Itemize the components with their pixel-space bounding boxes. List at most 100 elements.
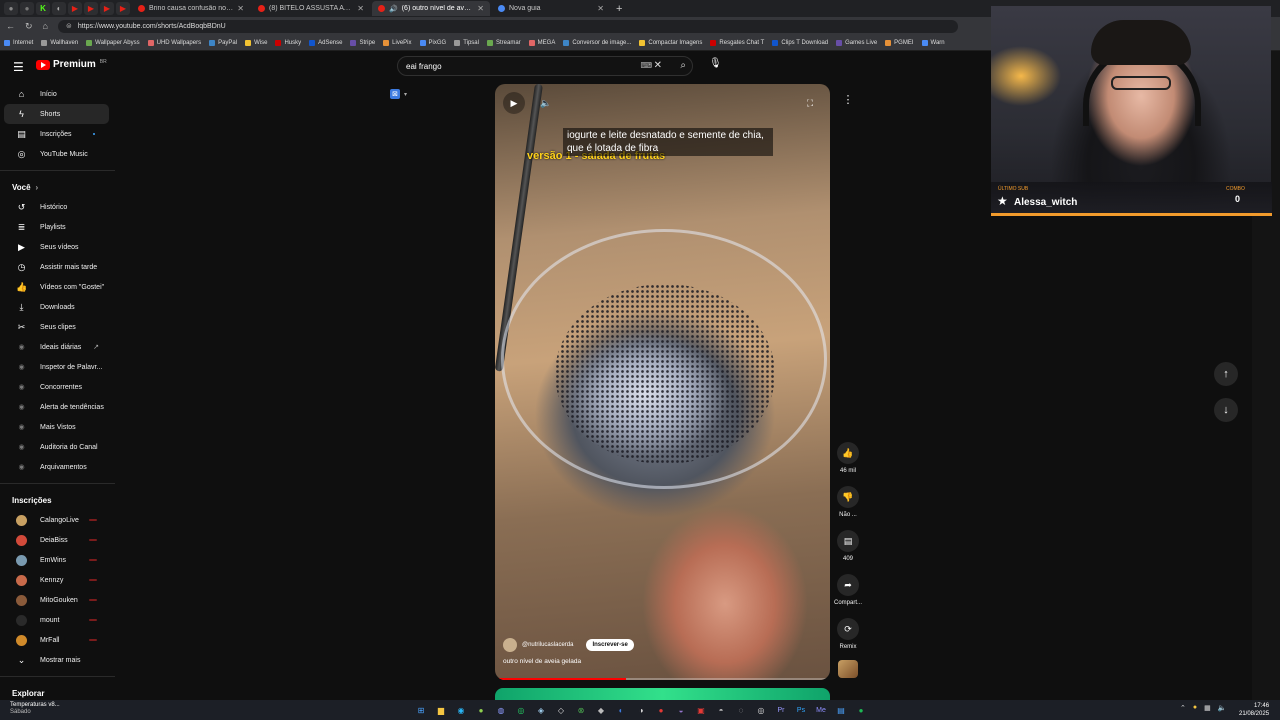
new-tab-button[interactable]: + bbox=[616, 3, 622, 15]
site-info-icon[interactable]: ⊜ bbox=[66, 22, 72, 30]
bookmark-item[interactable]: PayPal bbox=[209, 39, 237, 46]
url-input[interactable]: ⊜ https://www.youtube.com/shorts/AcdBoqb… bbox=[57, 19, 958, 33]
share-button[interactable]: ➦ bbox=[837, 574, 859, 596]
app-icon[interactable]: ▤ bbox=[834, 703, 848, 717]
close-icon[interactable]: ✕ bbox=[597, 4, 604, 13]
sidebar-item-shorts[interactable]: ϟ Shorts bbox=[4, 104, 109, 124]
app-icon[interactable]: ◌ bbox=[734, 703, 748, 717]
app-icon[interactable]: ◇ bbox=[554, 703, 568, 717]
youtube-premium-logo[interactable]: Premium BR bbox=[36, 59, 107, 70]
back-icon[interactable]: ← bbox=[6, 21, 15, 31]
audio-thumbnail[interactable] bbox=[838, 660, 858, 678]
sidebar-item[interactable]: ▶ Seus vídeos bbox=[4, 237, 109, 257]
whatsapp-icon[interactable]: ◎ bbox=[514, 703, 528, 717]
extension-chip[interactable]: ⊠ ▾ bbox=[390, 89, 407, 99]
bookmark-item[interactable]: Wallhaven bbox=[41, 39, 78, 46]
sidebar-item-home[interactable]: ⌂ Início bbox=[4, 84, 109, 104]
acrobat-icon[interactable]: ▣ bbox=[694, 703, 708, 717]
bookmark-item[interactable]: LivePix bbox=[383, 39, 412, 46]
app-icon[interactable]: ◆ bbox=[594, 703, 608, 717]
you-section-heading[interactable]: Você › bbox=[0, 177, 115, 197]
channel-name[interactable]: @nutrilucaslacerda bbox=[522, 642, 573, 648]
chevron-up-icon[interactable]: ⌃ bbox=[1180, 704, 1186, 712]
sidebar-item[interactable]: ⤓ Downloads bbox=[4, 297, 109, 317]
remix-button[interactable]: ⟳ bbox=[837, 618, 859, 640]
edge-icon[interactable]: ◉ bbox=[454, 703, 468, 717]
subscription-item[interactable]: MitoGouken bbox=[4, 590, 109, 610]
dislike-button[interactable]: 👎 bbox=[837, 486, 859, 508]
volume-icon[interactable]: 🔈 bbox=[1218, 704, 1227, 712]
file-explorer-icon[interactable]: ▆ bbox=[434, 703, 448, 717]
app-tray-icon[interactable]: ● bbox=[1193, 704, 1197, 712]
spotify-icon[interactable]: ● bbox=[854, 703, 868, 717]
app-icon[interactable]: ◑ bbox=[634, 703, 648, 717]
pinned-tab[interactable]: ▶ bbox=[100, 2, 114, 15]
speaker-icon[interactable]: 🔊 bbox=[389, 5, 398, 13]
pinned-tab[interactable]: ◐ bbox=[52, 2, 66, 15]
bookmark-item[interactable]: UHD Wallpapers bbox=[147, 39, 201, 46]
sidebar-item-youtube-music[interactable]: ◎ YouTube Music bbox=[4, 144, 109, 164]
pinned-tab[interactable]: ▶ bbox=[68, 2, 82, 15]
subscribe-button[interactable]: Inscrever-se bbox=[586, 639, 634, 651]
subscription-item[interactable]: Kennzy bbox=[4, 570, 109, 590]
app-icon[interactable]: ◓ bbox=[714, 703, 728, 717]
keyboard-icon[interactable]: ⌨ bbox=[640, 61, 652, 70]
taskbar-clock[interactable]: 17:46 21/08/2025 bbox=[1239, 702, 1269, 718]
chrome-icon[interactable]: ● bbox=[474, 703, 488, 717]
home-icon[interactable]: ⌂ bbox=[43, 21, 48, 31]
windows-start-icon[interactable]: ⊞ bbox=[414, 703, 428, 717]
hamburger-menu-icon[interactable]: ☰ bbox=[13, 60, 24, 74]
browser-tab-active[interactable]: 🔊 (6) outro nível de aveia gela... ✕ bbox=[372, 1, 490, 16]
app-icon[interactable]: ● bbox=[654, 703, 668, 717]
sidebar-item[interactable]: ◉ Ideais diárias ↗ bbox=[4, 337, 109, 357]
close-icon[interactable]: ✕ bbox=[477, 4, 484, 13]
pinned-tab[interactable]: ● bbox=[4, 2, 18, 15]
steam-icon[interactable]: ◈ bbox=[534, 703, 548, 717]
bookmark-item[interactable]: Wallpaper Abyss bbox=[86, 39, 140, 46]
search-icon[interactable]: ⌕ bbox=[680, 60, 686, 71]
close-icon[interactable]: ✕ bbox=[357, 4, 364, 13]
bookmark-item[interactable]: Compactar Imagens bbox=[639, 39, 702, 46]
sidebar-item[interactable]: ◉ Mais Vistos bbox=[4, 417, 109, 437]
bookmark-item[interactable]: Internet bbox=[4, 39, 33, 46]
like-button[interactable]: 👍 bbox=[837, 442, 859, 464]
browser-tab[interactable]: (8) BITELO ASSUSTA ATENDENTE... ✕ bbox=[252, 1, 370, 16]
progress-bar[interactable] bbox=[495, 678, 830, 680]
next-short-button[interactable]: ↓ bbox=[1214, 398, 1238, 422]
sidebar-item-subscriptions[interactable]: ▤ Inscrições bbox=[4, 124, 109, 144]
bookmark-item[interactable]: Games Live bbox=[836, 39, 877, 46]
pinned-tab[interactable]: ● bbox=[20, 2, 34, 15]
sidebar-item[interactable]: ◉ Auditoria do Canal bbox=[4, 437, 109, 457]
sidebar-item[interactable]: ◉ Arquivamentos bbox=[4, 457, 109, 477]
bookmark-item[interactable]: Streamar bbox=[486, 39, 521, 46]
photoshop-icon[interactable]: Ps bbox=[794, 703, 808, 717]
shorts-player[interactable]: ▶ 🔈 ⛶ versão 1 - salada de frutas iogurt… bbox=[495, 84, 830, 680]
subscription-item[interactable]: CalangoLive bbox=[4, 510, 109, 530]
subscription-item[interactable]: EmWins bbox=[4, 550, 109, 570]
subscription-item[interactable]: MrFall bbox=[4, 630, 109, 650]
browser-tab[interactable]: Brino causa confusão no Rodi... ✕ bbox=[132, 1, 250, 16]
app-icon[interactable]: ◐ bbox=[614, 703, 628, 717]
short-title[interactable]: outro nível de aveia gelada bbox=[503, 658, 581, 665]
bookmark-item[interactable]: Wise bbox=[245, 39, 267, 46]
browser-tab[interactable]: Nova guia ✕ bbox=[492, 1, 610, 16]
media-encoder-icon[interactable]: Me bbox=[814, 703, 828, 717]
sidebar-item[interactable]: ≣ Playlists bbox=[4, 217, 109, 237]
previous-short-button[interactable]: ↑ bbox=[1214, 362, 1238, 386]
bookmark-item[interactable]: MEGA bbox=[528, 39, 555, 46]
more-options-icon[interactable]: ⋮ bbox=[841, 93, 855, 106]
sidebar-item[interactable]: ↺ Histórico bbox=[4, 197, 109, 217]
subscription-item[interactable]: mount bbox=[4, 610, 109, 630]
app-icon[interactable]: ◒ bbox=[674, 703, 688, 717]
sidebar-item[interactable]: ◉ Alerta de tendências bbox=[4, 397, 109, 417]
sidebar-item[interactable]: ◉ Inspetor de Palavr... bbox=[4, 357, 109, 377]
obs-icon[interactable]: ◎ bbox=[754, 703, 768, 717]
comments-button[interactable]: ▤ bbox=[837, 530, 859, 552]
bookmark-item[interactable]: AdSense bbox=[309, 39, 342, 46]
discord-icon[interactable]: ◍ bbox=[494, 703, 508, 717]
bookmark-item[interactable]: Warn bbox=[921, 39, 945, 46]
sidebar-item[interactable]: ✂ Seus clipes bbox=[4, 317, 109, 337]
fullscreen-button[interactable]: ⛶ bbox=[799, 92, 821, 114]
bookmark-item[interactable]: Husky bbox=[275, 39, 301, 46]
xbox-icon[interactable]: ⊗ bbox=[574, 703, 588, 717]
